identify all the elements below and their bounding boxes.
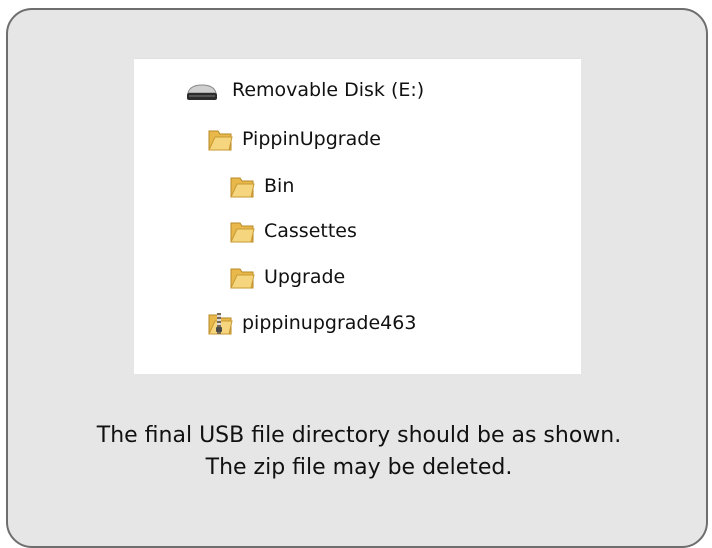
caption-line-1: The final USB file directory should be a…: [96, 423, 622, 448]
zip-folder-icon: [208, 313, 233, 335]
folder-icon: [230, 222, 255, 243]
file-tree: Removable Disk (E:) PippinUpgrade Bin Ca…: [134, 58, 581, 374]
tree-item-removable-disk[interactable]: Removable Disk (E:): [184, 73, 424, 107]
tree-item-pippinupgrade[interactable]: PippinUpgrade: [206, 122, 381, 156]
folder-icon: [230, 268, 255, 289]
tree-item-label: Upgrade: [264, 266, 346, 288]
tree-item-cassettes[interactable]: Cassettes: [228, 214, 357, 248]
tree-item-label: Bin: [264, 175, 295, 197]
tree-item-label: PippinUpgrade: [242, 128, 381, 150]
info-card: Removable Disk (E:) PippinUpgrade Bin Ca…: [6, 8, 708, 548]
tree-item-upgrade[interactable]: Upgrade: [228, 260, 345, 294]
folder-icon: [230, 177, 255, 198]
tree-item-label: Removable Disk (E:): [232, 79, 425, 101]
tree-item-label: pippinupgrade463: [242, 312, 417, 334]
caption-line-2: The zip file may be deleted.: [205, 455, 513, 480]
folder-icon: [208, 130, 233, 151]
drive-icon: [187, 84, 217, 100]
tree-item-label: Cassettes: [264, 220, 357, 242]
caption: The final USB file directory should be a…: [8, 420, 710, 484]
tree-item-bin[interactable]: Bin: [228, 169, 294, 203]
tree-item-pippinupgrade463[interactable]: pippinupgrade463: [206, 306, 416, 340]
